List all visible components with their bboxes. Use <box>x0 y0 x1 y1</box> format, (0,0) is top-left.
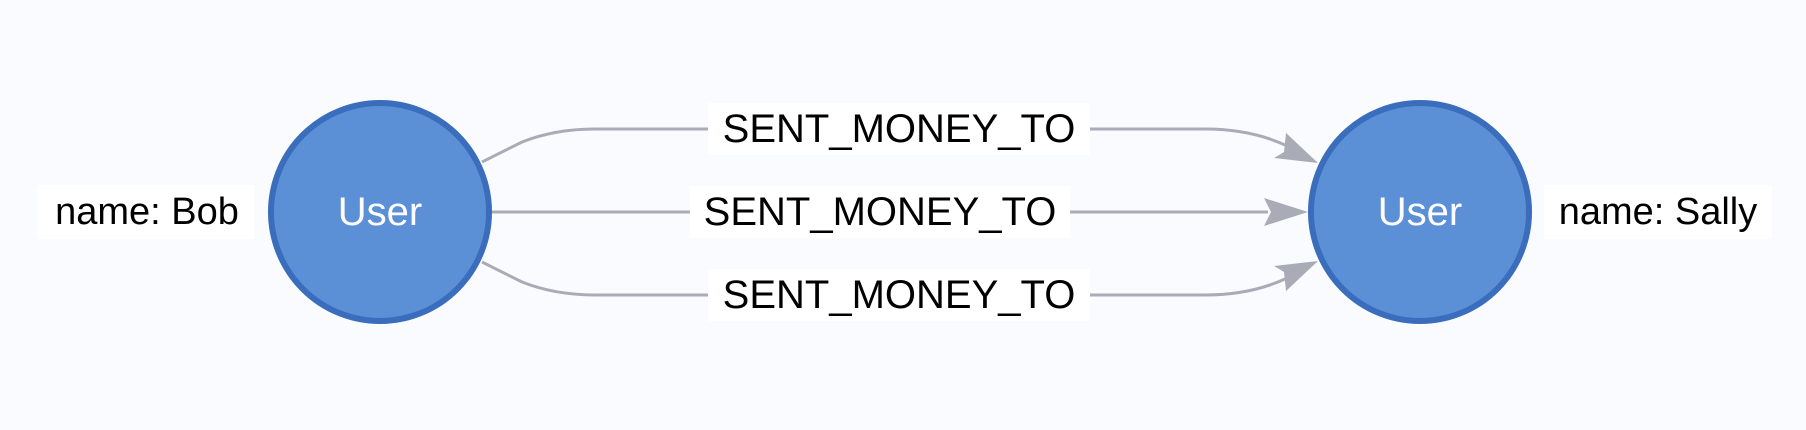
relationship-bottom-label: SENT_MONEY_TO <box>723 273 1076 317</box>
node-sally-property: name: Sally <box>1544 185 1772 239</box>
relationship-middle[interactable]: SENT_MONEY_TO <box>492 186 1308 238</box>
node-bob-property: name: Bob <box>37 185 254 239</box>
graph-canvas: SENT_MONEY_TO SENT_MONEY_TO SENT_MONEY_T… <box>37 100 1772 324</box>
relationship-bottom[interactable]: SENT_MONEY_TO <box>481 260 1318 321</box>
node-sally[interactable]: User <box>1308 100 1532 324</box>
relationship-middle-arrowhead <box>1264 198 1308 226</box>
node-bob-property-text: name: Bob <box>55 191 239 233</box>
relationship-top[interactable]: SENT_MONEY_TO <box>481 103 1318 164</box>
node-sally-property-text: name: Sally <box>1559 191 1758 233</box>
relationship-middle-label: SENT_MONEY_TO <box>704 190 1057 234</box>
relationship-top-label: SENT_MONEY_TO <box>723 107 1076 151</box>
relationship-top-arrowhead <box>1274 133 1318 163</box>
node-bob-caption: User <box>338 190 422 234</box>
node-bob[interactable]: User <box>268 100 492 324</box>
relationship-bottom-arrowhead <box>1274 261 1318 291</box>
node-sally-caption: User <box>1378 190 1462 234</box>
